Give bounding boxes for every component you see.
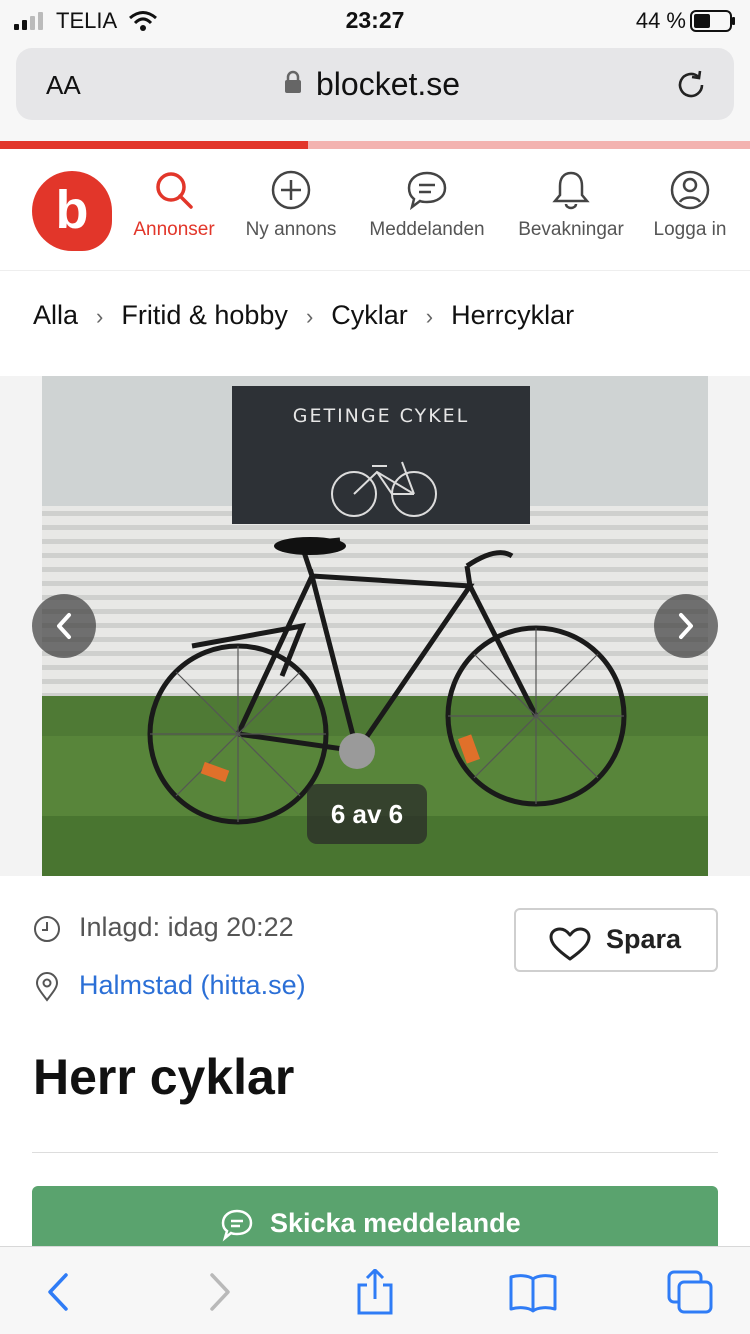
map-pin-icon [35, 972, 59, 1002]
status-bar: TELIA 23:27 44 % [0, 0, 750, 40]
bookmarks-button[interactable] [508, 1269, 558, 1315]
sign-text: GETINGE CYKEL [293, 405, 470, 427]
chevron-right-icon: › [96, 304, 104, 329]
nav-meddelanden[interactable]: Meddelanden [362, 169, 492, 241]
send-message-label: Skicka meddelande [270, 1208, 521, 1238]
lock-icon [285, 70, 301, 93]
logo-letter: b [55, 180, 89, 240]
breadcrumb-item[interactable]: Fritid & hobby [121, 300, 288, 330]
nav-label: Bevakningar [518, 219, 624, 240]
next-image-button[interactable] [654, 594, 718, 658]
previous-image-button[interactable] [32, 594, 96, 658]
plus-circle-icon [271, 170, 311, 210]
nav-ny-annons[interactable]: Ny annons [240, 169, 342, 241]
battery-icon [690, 10, 735, 32]
back-arrow-icon [48, 1273, 68, 1311]
image-gallery: GETINGE CYKEL 6 av 6 [0, 376, 750, 876]
tabs-button[interactable] [666, 1269, 716, 1315]
nav-bevakningar[interactable]: Bevakningar [512, 169, 630, 241]
share-button[interactable] [350, 1267, 400, 1315]
chevron-right-icon: › [305, 304, 314, 329]
book-icon [509, 1274, 557, 1313]
image-counter: 6 av 6 [307, 784, 427, 844]
nav-annonser[interactable]: Annonser [126, 169, 222, 241]
nav-label: Logga in [653, 219, 727, 240]
save-button-label: Spara [606, 924, 682, 954]
heart-icon [549, 927, 591, 961]
forward-arrow-icon [210, 1273, 230, 1311]
save-button[interactable]: Spara [514, 908, 718, 972]
tabs-icon [667, 1270, 713, 1314]
breadcrumb-item[interactable]: Alla [33, 300, 78, 330]
breadcrumb: Alla › Fritid & hobby › Cyklar › Herrcyklar [33, 300, 574, 331]
blocket-logo[interactable]: b [32, 171, 112, 251]
page-load-progress [0, 141, 750, 149]
reload-icon[interactable] [674, 68, 708, 102]
browser-address-area: AA blocket.se [0, 40, 750, 141]
url-text[interactable]: blocket.se [316, 66, 460, 103]
address-bar[interactable]: AA blocket.se [16, 48, 734, 120]
nav-label: Ny annons [245, 219, 337, 240]
chevron-right-icon: › [425, 304, 434, 329]
nav-logga-in[interactable]: Logga in [648, 169, 732, 241]
chevron-right-icon [679, 613, 693, 639]
location-link[interactable]: Halmstad (hitta.se) [79, 970, 306, 1001]
browser-toolbar [0, 1246, 750, 1334]
breadcrumb-item[interactable]: Herrcyklar [451, 300, 574, 330]
share-icon [357, 1267, 393, 1315]
breadcrumb-item[interactable]: Cyklar [331, 300, 408, 330]
nav-label: Annonser [133, 219, 215, 240]
chat-bubble-icon [407, 171, 447, 211]
clock-icon [34, 916, 60, 942]
forward-button[interactable] [194, 1269, 244, 1315]
back-button[interactable] [34, 1269, 84, 1315]
battery-percent: 44 % [635, 8, 686, 33]
posted-time-text: Inlagd: idag 20:22 [79, 912, 294, 942]
reader-options-button[interactable]: AA [46, 70, 81, 101]
bell-icon [552, 171, 590, 210]
search-icon [156, 172, 193, 209]
chat-bubble-icon [221, 1209, 253, 1242]
nav-label: Meddelanden [369, 219, 485, 240]
site-header: b Annonser Ny annons Meddelanden Bevakni… [0, 149, 750, 271]
divider [32, 1152, 718, 1153]
chevron-left-icon [57, 613, 71, 639]
page-load-progress-fill [0, 141, 308, 149]
user-circle-icon [670, 170, 710, 210]
listing-title: Herr cyklar [33, 1049, 295, 1105]
